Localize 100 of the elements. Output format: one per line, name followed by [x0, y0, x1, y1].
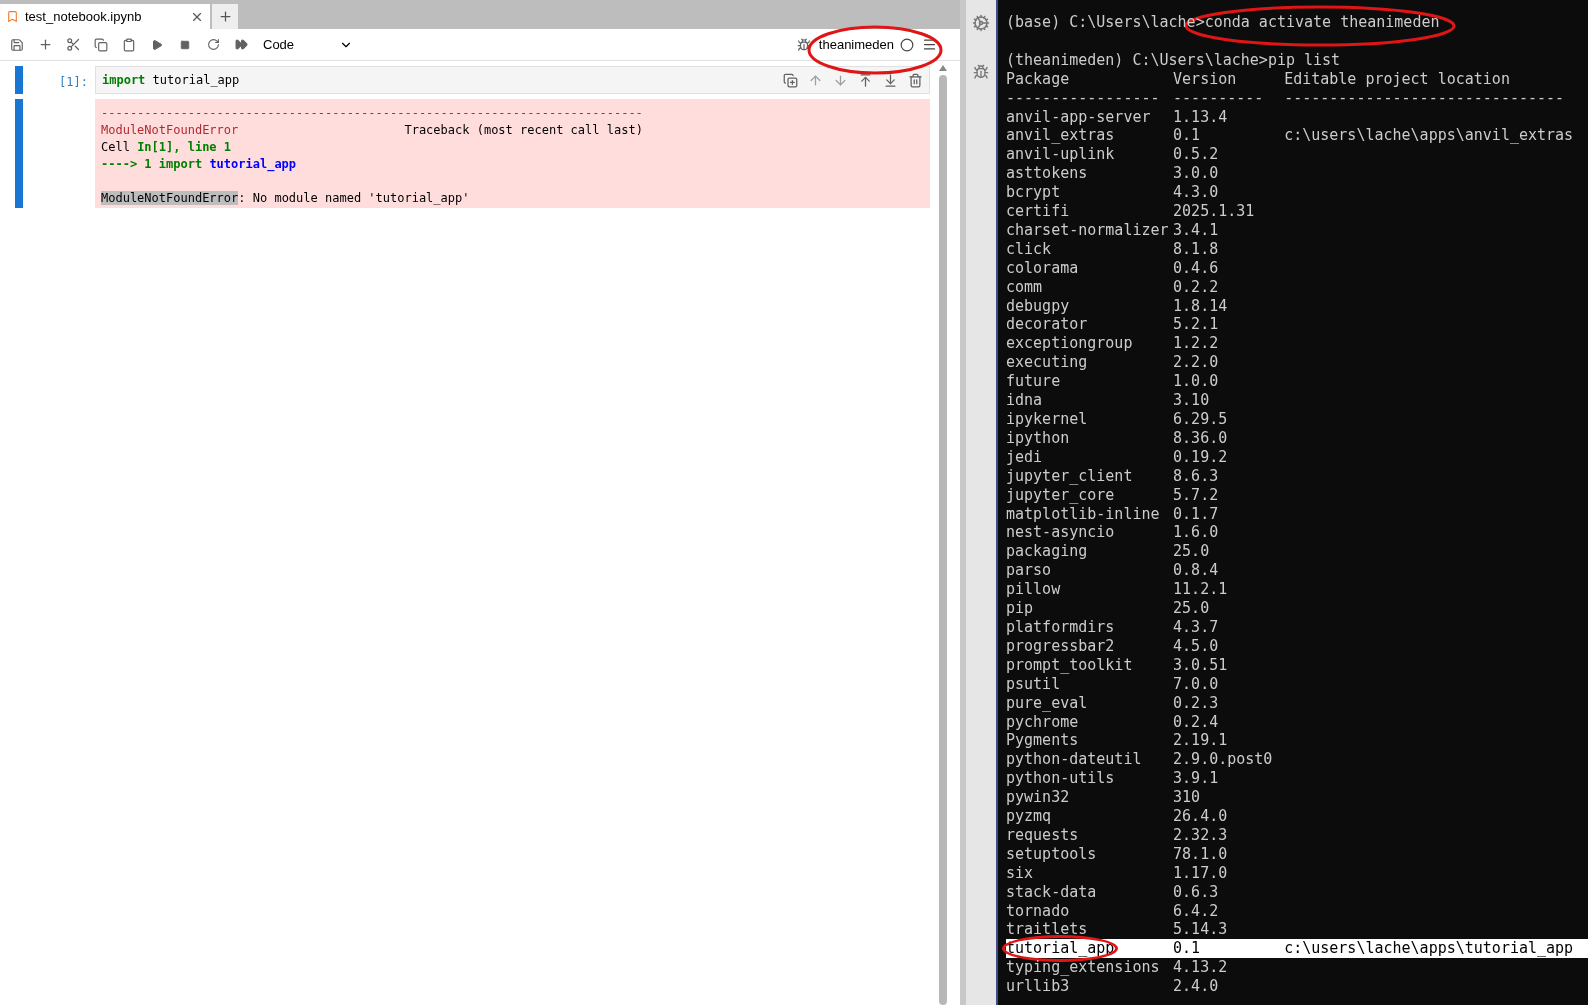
package-version: 5.7.2	[1173, 485, 1220, 505]
package-row[interactable]: prompt_toolkit 3.0.51	[1006, 655, 1588, 675]
package-row[interactable]: progressbar2 4.5.0	[1006, 636, 1588, 656]
package-version: 7.0.0	[1173, 674, 1220, 694]
package-version: 2.4.0	[1173, 977, 1220, 997]
package-name: tornado	[1006, 901, 1070, 921]
column-header: Package	[1006, 69, 1071, 89]
package-row[interactable]: urllib3 2.4.0	[1006, 977, 1588, 997]
package-row[interactable]: stack-data 0.6.3	[1006, 882, 1588, 902]
package-row[interactable]: traitlets 5.14.3	[1006, 920, 1588, 940]
package-row[interactable]: platformdirs 4.3.7	[1006, 618, 1588, 637]
header-rule: ----------	[1173, 88, 1265, 108]
package-row[interactable]: colorama 0.4.6	[1006, 258, 1588, 278]
package-name: setuptools	[1006, 844, 1097, 864]
package-row[interactable]: pyzmq 26.4.0	[1006, 807, 1588, 826]
column-header: Version	[1173, 69, 1238, 89]
insert-below-icon[interactable]	[883, 72, 898, 88]
package-row[interactable]: jedi 0.19.2	[1006, 447, 1588, 467]
package-name: decorator	[1006, 315, 1088, 335]
traceback-line: Cell In[1], line 1	[101, 139, 233, 156]
package-name: jedi	[1006, 447, 1043, 467]
package-version: 0.1	[1173, 939, 1202, 959]
bug-icon[interactable]	[973, 64, 989, 80]
package-version: 3.9.1	[1173, 769, 1220, 789]
package-row[interactable]: requests 2.32.3	[1006, 825, 1588, 845]
package-version: 3.0.0	[1173, 164, 1220, 184]
package-version: 4.5.0	[1173, 636, 1220, 656]
new-tab-button[interactable]	[212, 4, 238, 29]
package-name: jupyter_client	[1006, 466, 1133, 486]
package-row[interactable]: anvil-uplink 0.5.2	[1006, 145, 1588, 165]
package-name: stack-data	[1006, 882, 1097, 902]
package-row[interactable]: decorator 5.2.1	[1006, 315, 1588, 335]
package-row[interactable]: anvil-app-server 1.13.4	[1006, 107, 1588, 127]
package-row[interactable]: typing_extensions 4.13.2	[1006, 958, 1588, 978]
package-row[interactable]: python-utils 3.9.1	[1006, 769, 1588, 789]
package-version: 0.8.4	[1173, 561, 1220, 581]
column-header: Editable project location	[1284, 69, 1511, 89]
package-row[interactable]: bcrypt 4.3.0	[1006, 183, 1588, 203]
package-name: requests	[1006, 825, 1079, 845]
package-row[interactable]: setuptools 78.1.0	[1006, 844, 1588, 864]
package-version: 3.10	[1173, 391, 1211, 410]
package-row[interactable]: jupyter_client 8.6.3	[1006, 466, 1588, 486]
package-row[interactable]: comm 0.2.2	[1006, 277, 1588, 297]
package-name: colorama	[1006, 258, 1079, 278]
package-version: 25.0	[1173, 542, 1211, 562]
package-row[interactable]: nest-asyncio 1.6.0	[1006, 523, 1588, 543]
package-version: 1.17.0	[1173, 863, 1229, 883]
package-version: 1.0.0	[1173, 372, 1220, 392]
package-row[interactable]: exceptiongroup 1.2.2	[1006, 334, 1588, 354]
package-name: exceptiongroup	[1006, 334, 1133, 354]
package-row[interactable]: anvil_extras 0.1 c:\users\lache\apps\anvil_extras	[1006, 126, 1588, 146]
package-row[interactable]: future 1.0.0	[1006, 372, 1588, 392]
package-row[interactable]: matplotlib-inline 0.1.7	[1006, 504, 1588, 524]
gears-icon[interactable]	[972, 14, 990, 32]
package-row[interactable]: Pygments 2.19.1	[1006, 731, 1588, 751]
package-row[interactable]: click 8.1.8	[1006, 239, 1588, 259]
duplicate-icon[interactable]	[783, 72, 798, 88]
package-row[interactable]: debugpy 1.8.14	[1006, 296, 1588, 316]
package-row[interactable]: jupyter_core 5.7.2	[1006, 485, 1588, 505]
package-row[interactable]: packaging 25.0	[1006, 542, 1588, 562]
cell-type-dropdown[interactable]: Code	[263, 34, 353, 55]
package-row[interactable]: charset-normalizer 3.4.1	[1006, 220, 1588, 240]
package-name: anvil-app-server	[1006, 107, 1151, 127]
package-row[interactable]: idna 3.10	[1006, 391, 1588, 410]
notebook-tab[interactable]: test_notebook.ipynb	[0, 4, 210, 29]
package-row[interactable]: python-dateutil 2.9.0.post0	[1006, 750, 1588, 770]
package-row[interactable]: parso 0.8.4	[1006, 561, 1588, 581]
package-version: 0.1.7	[1173, 504, 1220, 524]
tab-title: test_notebook.ipynb	[25, 7, 143, 26]
delete-icon[interactable]	[908, 72, 923, 88]
package-row[interactable]: pip 25.0	[1006, 599, 1588, 618]
package-row[interactable]: six 1.17.0	[1006, 863, 1588, 883]
package-version: 4.13.2	[1173, 958, 1229, 978]
package-version: 2.19.1	[1173, 731, 1229, 751]
menu-icon[interactable]	[922, 37, 937, 52]
insert-above-icon[interactable]	[858, 72, 873, 88]
package-name: bcrypt	[1006, 183, 1061, 203]
package-row[interactable]: pychrome 0.2.4	[1006, 712, 1588, 732]
package-version: 310	[1173, 788, 1202, 808]
package-version: 0.4.6	[1173, 258, 1220, 278]
package-row[interactable]: certifi 2025.1.31	[1006, 202, 1588, 221]
package-row[interactable]: pure_eval 0.2.3	[1006, 693, 1588, 713]
package-row[interactable]: pywin32 310	[1006, 788, 1588, 808]
package-row[interactable]: asttokens 3.0.0	[1006, 164, 1588, 184]
package-version: 26.4.0	[1173, 807, 1229, 826]
package-name: pip	[1006, 599, 1034, 618]
package-row[interactable]: executing 2.2.0	[1006, 353, 1588, 373]
bug-icon[interactable]	[796, 37, 811, 52]
package-row[interactable]: ipykernel 6.29.5	[1006, 410, 1588, 429]
package-version: 2.2.0	[1173, 353, 1220, 373]
package-row[interactable]: tornado 6.4.2	[1006, 901, 1588, 921]
cell-selection-bar	[15, 66, 23, 94]
package-row[interactable]: pillow 11.2.1	[1006, 580, 1588, 600]
package-location: c:\users\lache\apps\anvil_extras	[1284, 126, 1575, 146]
package-name: pure_eval	[1006, 693, 1088, 713]
code-cell-input[interactable]: import tutorial_app	[95, 66, 930, 94]
package-version: 0.2.4	[1173, 712, 1220, 732]
package-row[interactable]: psutil 7.0.0	[1006, 674, 1588, 694]
package-row[interactable]: ipython 8.36.0	[1006, 428, 1588, 448]
package-version: 6.4.2	[1173, 901, 1220, 921]
